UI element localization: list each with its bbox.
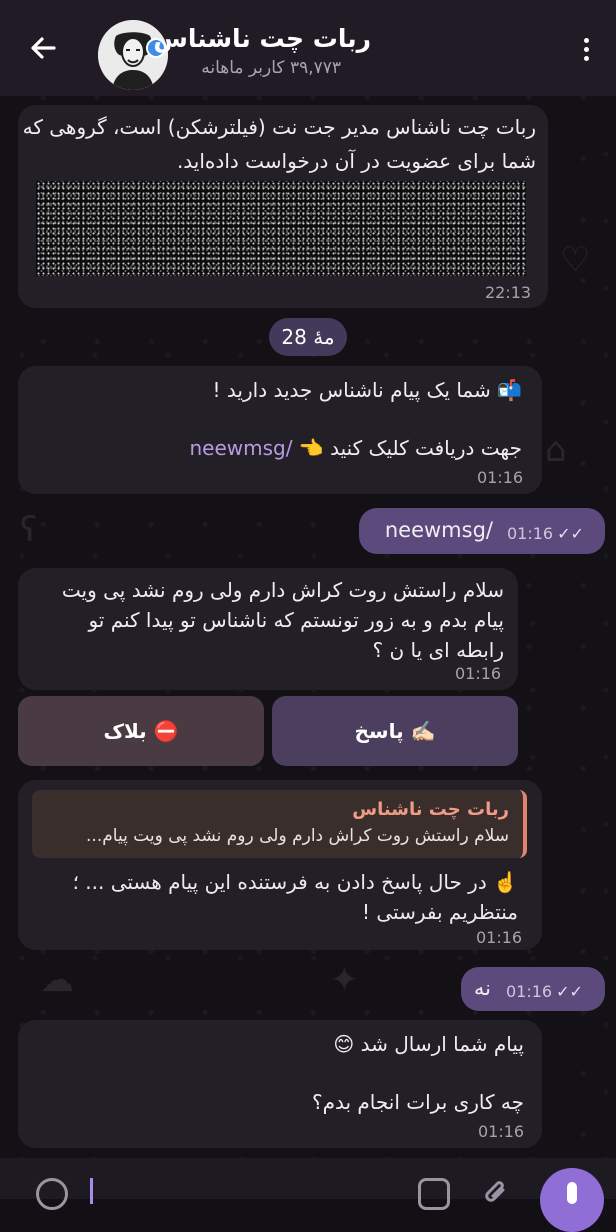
quote-sender-name: ربات چت ناشناس	[352, 799, 509, 820]
chat-title[interactable]: ربات چت ناشناس	[153, 24, 371, 53]
message-text-line: شما برای عضویت در آن درخواست داده‌اید.	[176, 149, 536, 173]
quote-text: سلام راستش روت کراش دارم ولی روم نشد پی …	[86, 826, 509, 846]
message-text-line: جهت دریافت کلیک کنید 👈 /neewmsg	[189, 432, 522, 465]
message-bubble-outgoing-command[interactable]: /neewmsg 01:16 ✓✓	[359, 508, 605, 554]
message-text-line: ☝️ در حال پاسخ دادن به فرستنده این پیام …	[72, 870, 518, 894]
message-bubble-sent-confirmation[interactable]: پیام شما ارسال شد 😊 چه کاری برات انجام ب…	[18, 1020, 542, 1148]
message-time: 01:16	[478, 1122, 525, 1141]
reply-button[interactable]: ✍🏻 پاسخ	[272, 696, 518, 766]
command-link[interactable]: /neewmsg	[189, 436, 292, 460]
star-doodle-icon: ✦	[330, 960, 359, 1000]
chat-subtitle: ۳۹,۷۷۳ کاربر ماهانه	[201, 58, 341, 78]
message-text-line: چه کاری برات انجام بدم؟	[311, 1090, 524, 1114]
message-bubble-outgoing-no[interactable]: نه 01:16 ✓✓	[461, 967, 605, 1011]
spoiler-image[interactable]	[36, 181, 526, 276]
message-time: 01:16 ✓✓	[507, 524, 584, 543]
paperclip-icon[interactable]	[482, 1178, 510, 1210]
back-arrow-icon[interactable]	[24, 28, 64, 68]
chat-header: ربات چت ناشناس ۳۹,۷۷۳ کاربر ماهانه	[0, 0, 616, 96]
emoji-icon[interactable]	[36, 1178, 68, 1210]
message-text-line: ربات چت ناشناس مدیر جت نت (فیلترشکن) است…	[22, 115, 536, 139]
message-text-prefix: جهت دریافت کلیک کنید 👈	[292, 436, 522, 460]
double-check-icon: ✓✓	[557, 524, 584, 543]
microphone-icon[interactable]	[540, 1168, 604, 1232]
message-text-line: پیام شما ارسال شد 😊	[333, 1032, 524, 1056]
house-doodle-icon: ⌂	[545, 430, 567, 470]
message-bubble-new-message[interactable]: 📬 شما یک پیام ناشناس جدید دارید ! جهت در…	[18, 366, 542, 494]
message-time: 22:13	[485, 283, 532, 302]
message-bubble-anonymous[interactable]: سلام راستش روت کراش دارم ولی روم نشد پی …	[18, 568, 518, 690]
message-text-line: سلام راستش روت کراش دارم ولی روم نشد پی …	[61, 578, 504, 602]
heart-doodle-icon: ♡	[560, 240, 591, 280]
message-text-line: پیام بدم و به زور تونستم که ناشناس تو پی…	[88, 608, 504, 632]
message-time: 01:16	[477, 468, 524, 487]
date-separator: 28 مهٔ	[269, 318, 347, 356]
more-menu-icon[interactable]	[574, 36, 598, 66]
block-button[interactable]: ⛔ بلاک	[18, 696, 264, 766]
message-text: نه	[473, 976, 491, 1000]
message-text-line: 📬 شما یک پیام ناشناس جدید دارید !	[212, 378, 522, 402]
reply-quote[interactable]: ربات چت ناشناس سلام راستش روت کراش دارم …	[32, 790, 527, 858]
message-text-line: رابطه ای یا ن ؟	[372, 638, 504, 662]
message-time: 01:16	[455, 664, 502, 683]
cloud-doodle-icon: ☁	[40, 960, 74, 1000]
double-check-icon: ✓✓	[556, 982, 583, 1001]
message-input-field[interactable]	[90, 1178, 93, 1204]
sticker-icon[interactable]	[418, 1178, 450, 1210]
bear-doodle-icon: ʕ	[20, 510, 38, 550]
message-time: 01:16	[476, 928, 523, 947]
message-time: 01:16 ✓✓	[506, 982, 583, 1001]
message-text-line: منتظریم بفرستی !	[361, 900, 518, 924]
message-text: /neewmsg	[384, 518, 493, 542]
